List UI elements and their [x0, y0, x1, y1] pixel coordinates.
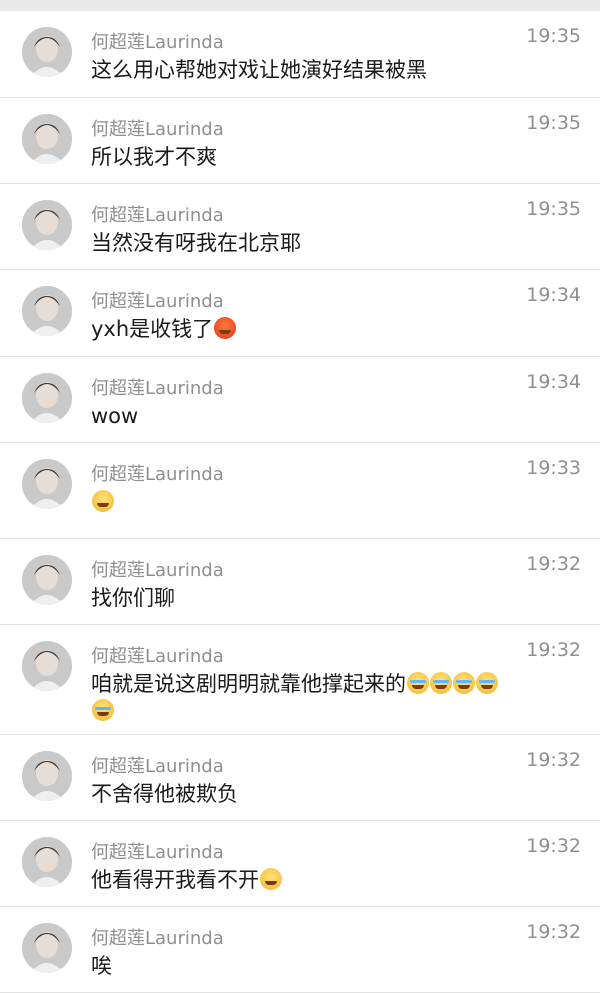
sender-name: 何超莲Laurinda — [91, 560, 224, 581]
avatar[interactable] — [22, 373, 72, 423]
message-time: 19:32 — [526, 835, 581, 857]
message-time: 19:35 — [526, 112, 581, 134]
message-text: 咱就是说这剧明明就靠他撑起来的 — [91, 669, 520, 699]
message-text-content: yxh是收钱了 — [91, 317, 214, 341]
message-text: 找你们聊 — [91, 586, 175, 610]
sender-name: 何超莲Laurinda — [91, 119, 224, 140]
sender-name: 何超莲Laurinda — [91, 291, 224, 312]
message-row[interactable]: 何超莲Laurinda 19:34 yxh是收钱了 — [0, 270, 600, 357]
message-time: 19:32 — [526, 639, 581, 661]
crying-face-icon — [92, 699, 114, 721]
message-list[interactable]: 何超莲Laurinda 19:35 这么用心帮她对戏让她演好结果被黑 何超莲La… — [0, 11, 600, 993]
message-row[interactable]: 何超莲Laurinda 19:32 找你们聊 — [0, 539, 600, 625]
avatar[interactable] — [22, 114, 72, 164]
message-emoji-line — [91, 699, 114, 722]
avatar[interactable] — [22, 923, 72, 973]
message-row[interactable]: 何超莲Laurinda 19:32 不舍得他被欺负 — [0, 735, 600, 821]
sender-name: 何超莲Laurinda — [91, 464, 224, 485]
avatar[interactable] — [22, 459, 72, 509]
avatar[interactable] — [22, 751, 72, 801]
message-text — [91, 487, 520, 517]
message-row[interactable]: 何超莲Laurinda 19:34 wow — [0, 357, 600, 443]
message-row[interactable]: 何超莲Laurinda 19:35 所以我才不爽 — [0, 98, 600, 184]
message-time: 19:32 — [526, 749, 581, 771]
message-text: 当然没有呀我在北京耶 — [91, 231, 301, 255]
message-row[interactable]: 何超莲Laurinda 19:32 唉 — [0, 907, 600, 993]
angry-face-icon — [214, 317, 237, 339]
message-text-content: 咱就是说这剧明明就靠他撑起来的 — [91, 672, 406, 696]
message-text: 这么用心帮她对戏让她演好结果被黑 — [91, 58, 427, 82]
message-text-content: 他看得开我看不开 — [91, 868, 259, 892]
sender-name: 何超莲Laurinda — [91, 378, 224, 399]
message-text: yxh是收钱了 — [91, 314, 520, 344]
message-row[interactable]: 何超莲Laurinda 19:32 他看得开我看不开 — [0, 821, 600, 907]
message-row[interactable]: 何超莲Laurinda 19:35 当然没有呀我在北京耶 — [0, 184, 600, 270]
sender-name: 何超莲Laurinda — [91, 928, 224, 949]
message-time: 19:35 — [526, 25, 581, 47]
message-text: 不舍得他被欺负 — [91, 782, 238, 806]
rolling-laughing-face-icon — [260, 868, 282, 890]
sender-name: 何超莲Laurinda — [91, 205, 224, 226]
crying-face-icon — [430, 672, 452, 694]
message-row[interactable]: 何超莲Laurinda 19:35 这么用心帮她对戏让她演好结果被黑 — [0, 11, 600, 98]
avatar[interactable] — [22, 641, 72, 691]
avatar[interactable] — [22, 27, 72, 77]
crying-face-icon — [407, 672, 429, 694]
message-row[interactable]: 何超莲Laurinda 19:33 — [0, 443, 600, 539]
message-time: 19:34 — [526, 371, 581, 393]
message-time: 19:35 — [526, 198, 581, 220]
crying-face-icon — [453, 672, 475, 694]
sender-name: 何超莲Laurinda — [91, 646, 224, 667]
avatar[interactable] — [22, 555, 72, 605]
message-time: 19:34 — [526, 284, 581, 306]
message-time: 19:32 — [526, 921, 581, 943]
crying-laughing-face-icon — [92, 490, 114, 512]
message-time: 19:33 — [526, 457, 581, 479]
avatar[interactable] — [22, 200, 72, 250]
message-text: 唉 — [91, 954, 112, 978]
avatar[interactable] — [22, 286, 72, 336]
crying-face-icon — [476, 672, 498, 694]
message-text: 他看得开我看不开 — [91, 865, 520, 895]
sender-name: 何超莲Laurinda — [91, 842, 224, 863]
message-text: wow — [91, 404, 139, 428]
sender-name: 何超莲Laurinda — [91, 32, 224, 53]
message-time: 19:32 — [526, 553, 581, 575]
message-row[interactable]: 何超莲Laurinda 19:32 咱就是说这剧明明就靠他撑起来的 — [0, 625, 600, 735]
sender-name: 何超莲Laurinda — [91, 756, 224, 777]
avatar[interactable] — [22, 837, 72, 887]
message-text: 所以我才不爽 — [91, 145, 217, 169]
top-bar — [0, 0, 600, 11]
